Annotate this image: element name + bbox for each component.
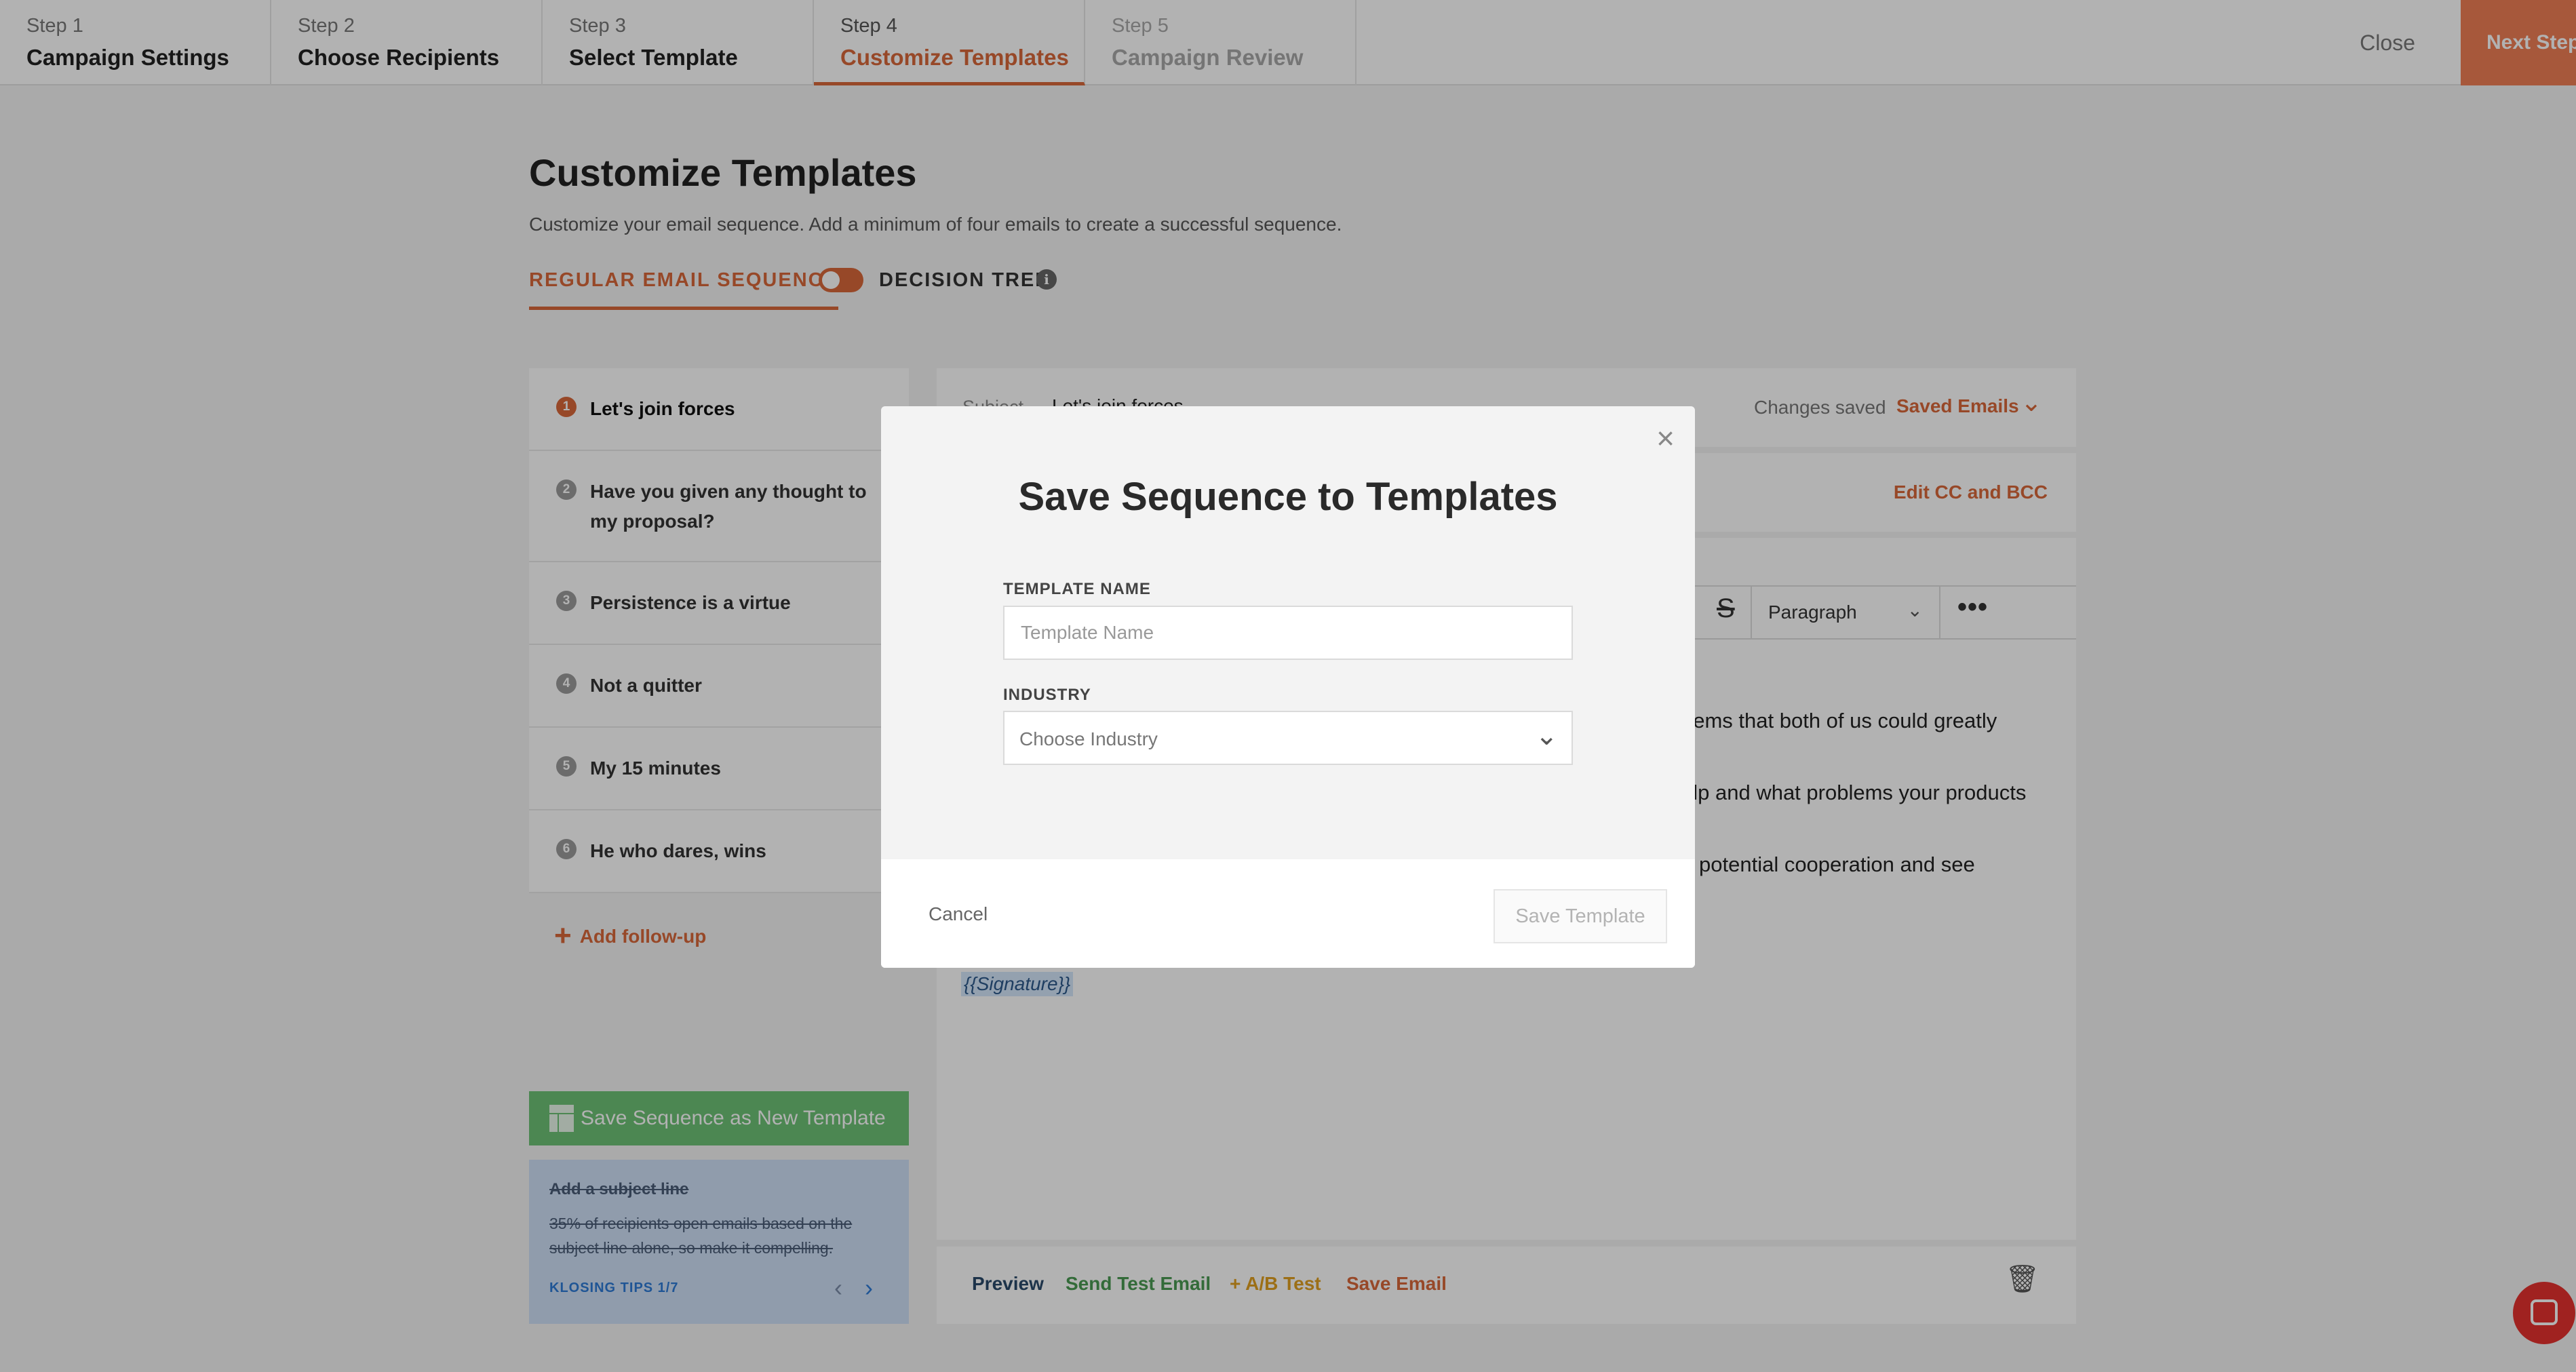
modal-footer: Cancel Save Template xyxy=(881,859,1695,968)
industry-select-value: Choose Industry xyxy=(1019,728,1158,749)
save-sequence-modal: × Save Sequence to Templates TEMPLATE NA… xyxy=(881,406,1695,968)
cancel-button[interactable]: Cancel xyxy=(929,903,988,925)
modal-title: Save Sequence to Templates xyxy=(1018,475,1558,519)
chevron-down-icon: ⌄ xyxy=(1535,721,1558,751)
industry-select[interactable]: Choose Industry ⌄ xyxy=(1003,711,1573,765)
app-root: Step 1 Campaign Settings Step 2 Choose R… xyxy=(0,0,2576,1372)
save-template-button[interactable]: Save Template xyxy=(1494,889,1667,943)
close-icon[interactable]: × xyxy=(1656,420,1675,456)
industry-label: INDUSTRY xyxy=(1003,686,1091,704)
template-name-label: TEMPLATE NAME xyxy=(1003,580,1151,598)
template-name-input[interactable] xyxy=(1003,606,1573,660)
